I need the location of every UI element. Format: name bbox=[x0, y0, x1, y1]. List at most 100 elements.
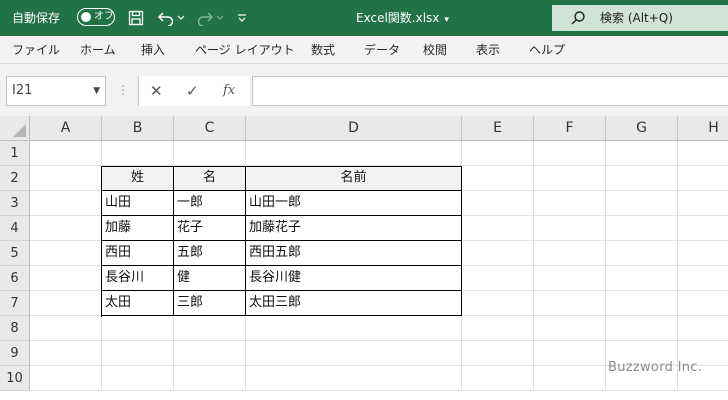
cell-h5[interactable] bbox=[678, 241, 728, 266]
cell-b5[interactable]: 西田 bbox=[102, 241, 174, 266]
cell-e1[interactable] bbox=[462, 141, 534, 166]
document-title[interactable]: Excel関数.xlsx ▾ bbox=[356, 9, 449, 29]
cell-c10[interactable] bbox=[174, 366, 246, 391]
cell-b6[interactable]: 長谷川 bbox=[102, 266, 174, 291]
row-header-8[interactable]: 8 bbox=[0, 316, 30, 341]
row-header-7[interactable]: 7 bbox=[0, 291, 30, 316]
cell-f10[interactable] bbox=[534, 366, 606, 391]
tab-review[interactable]: 校閲 bbox=[423, 42, 447, 58]
cell-a2[interactable] bbox=[30, 166, 102, 191]
cell-f3[interactable] bbox=[534, 191, 606, 216]
cell-d7[interactable]: 太田三郎 bbox=[246, 291, 462, 316]
cell-g3[interactable] bbox=[606, 191, 678, 216]
cell-d10[interactable] bbox=[246, 366, 462, 391]
tab-page-layout[interactable]: ページ レイアウト bbox=[195, 42, 295, 58]
cell-f9[interactable] bbox=[534, 341, 606, 366]
cell-b8[interactable] bbox=[102, 316, 174, 341]
cell-a5[interactable] bbox=[30, 241, 102, 266]
cell-b9[interactable] bbox=[102, 341, 174, 366]
tab-data[interactable]: データ bbox=[364, 42, 400, 58]
cell-h8[interactable] bbox=[678, 316, 728, 341]
cell-g4[interactable] bbox=[606, 216, 678, 241]
cell-c8[interactable] bbox=[174, 316, 246, 341]
cell-h2[interactable] bbox=[678, 166, 728, 191]
cell-h3[interactable] bbox=[678, 191, 728, 216]
cancel-icon[interactable]: ✕ bbox=[150, 76, 163, 106]
redo-dropdown-icon[interactable] bbox=[215, 6, 225, 30]
cell-b4[interactable]: 加藤 bbox=[102, 216, 174, 241]
cell-a8[interactable] bbox=[30, 316, 102, 341]
cell-e2[interactable] bbox=[462, 166, 534, 191]
column-header-e[interactable]: E bbox=[462, 116, 534, 141]
cell-d4[interactable]: 加藤花子 bbox=[246, 216, 462, 241]
cell-e3[interactable] bbox=[462, 191, 534, 216]
row-header-9[interactable]: 9 bbox=[0, 341, 30, 366]
cell-g1[interactable] bbox=[606, 141, 678, 166]
cell-d6[interactable]: 長谷川健 bbox=[246, 266, 462, 291]
search-box[interactable]: 検索 (Alt+Q) bbox=[552, 5, 728, 31]
cell-h6[interactable] bbox=[678, 266, 728, 291]
tab-insert[interactable]: 挿入 bbox=[141, 42, 165, 58]
cell-b7[interactable]: 太田 bbox=[102, 291, 174, 316]
cell-f5[interactable] bbox=[534, 241, 606, 266]
cell-g6[interactable] bbox=[606, 266, 678, 291]
save-icon[interactable] bbox=[126, 6, 146, 30]
cell-h1[interactable] bbox=[678, 141, 728, 166]
cell-b10[interactable] bbox=[102, 366, 174, 391]
name-box-dropdown-icon[interactable]: ▼ bbox=[93, 77, 100, 105]
cell-c6[interactable]: 健 bbox=[174, 266, 246, 291]
cell-c1[interactable] bbox=[174, 141, 246, 166]
column-header-g[interactable]: G bbox=[606, 116, 678, 141]
cell-e7[interactable] bbox=[462, 291, 534, 316]
cell-c2[interactable]: 名 bbox=[174, 166, 246, 191]
cell-c3[interactable]: 一郎 bbox=[174, 191, 246, 216]
tab-home[interactable]: ホーム bbox=[80, 42, 116, 58]
cell-d8[interactable] bbox=[246, 316, 462, 341]
cell-h4[interactable] bbox=[678, 216, 728, 241]
cell-a3[interactable] bbox=[30, 191, 102, 216]
column-header-f[interactable]: F bbox=[534, 116, 606, 141]
formula-input[interactable] bbox=[252, 76, 728, 106]
cell-b2[interactable]: 姓 bbox=[102, 166, 174, 191]
cell-a9[interactable] bbox=[30, 341, 102, 366]
cell-g2[interactable] bbox=[606, 166, 678, 191]
cell-c4[interactable]: 花子 bbox=[174, 216, 246, 241]
cell-a10[interactable] bbox=[30, 366, 102, 391]
cell-f4[interactable] bbox=[534, 216, 606, 241]
column-header-h[interactable]: H bbox=[678, 116, 728, 141]
cell-f6[interactable] bbox=[534, 266, 606, 291]
cell-a4[interactable] bbox=[30, 216, 102, 241]
row-header-1[interactable]: 1 bbox=[0, 141, 30, 166]
cell-e9[interactable] bbox=[462, 341, 534, 366]
cell-e5[interactable] bbox=[462, 241, 534, 266]
cell-c5[interactable]: 五郎 bbox=[174, 241, 246, 266]
more-options-icon[interactable]: ⋮ bbox=[117, 80, 129, 100]
cell-a6[interactable] bbox=[30, 266, 102, 291]
cell-g8[interactable] bbox=[606, 316, 678, 341]
cell-e10[interactable] bbox=[462, 366, 534, 391]
row-header-10[interactable]: 10 bbox=[0, 366, 30, 391]
cell-a1[interactable] bbox=[30, 141, 102, 166]
cell-f7[interactable] bbox=[534, 291, 606, 316]
undo-icon[interactable] bbox=[155, 6, 177, 30]
cell-h7[interactable] bbox=[678, 291, 728, 316]
cell-c9[interactable] bbox=[174, 341, 246, 366]
column-header-c[interactable]: C bbox=[174, 116, 246, 141]
autosave-toggle[interactable]: オフ bbox=[77, 8, 115, 26]
cell-f2[interactable] bbox=[534, 166, 606, 191]
row-header-3[interactable]: 3 bbox=[0, 191, 30, 216]
cell-f1[interactable] bbox=[534, 141, 606, 166]
cell-d1[interactable] bbox=[246, 141, 462, 166]
undo-dropdown-icon[interactable] bbox=[176, 6, 186, 30]
cell-d9[interactable] bbox=[246, 341, 462, 366]
cell-d3[interactable]: 山田一郎 bbox=[246, 191, 462, 216]
select-all-button[interactable] bbox=[0, 116, 30, 141]
row-header-2[interactable]: 2 bbox=[0, 166, 30, 191]
cell-d2[interactable]: 名前 bbox=[246, 166, 462, 191]
column-header-b[interactable]: B bbox=[102, 116, 174, 141]
row-header-4[interactable]: 4 bbox=[0, 216, 30, 241]
column-header-a[interactable]: A bbox=[30, 116, 102, 141]
name-box[interactable]: I21 ▼ bbox=[6, 76, 106, 106]
cell-a7[interactable] bbox=[30, 291, 102, 316]
tab-file[interactable]: ファイル bbox=[12, 42, 60, 58]
